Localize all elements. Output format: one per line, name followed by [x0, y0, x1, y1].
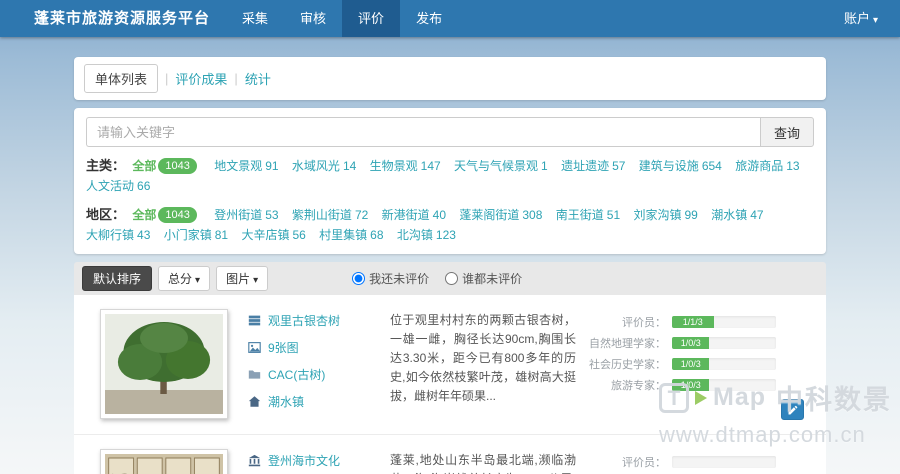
resource-list-item: 登州海市文化 3张图 HBB(文学艺术作品) 蓬莱阁街道 蓬莱	[74, 435, 826, 474]
rating-summary: 评价员： 1/1/3 自然地理学家： 1/0/3 社会历史学家： 1/0/3 旅…	[576, 309, 788, 420]
filter-link[interactable]: 南王街道51	[556, 208, 620, 222]
evaluate-button[interactable]	[781, 399, 804, 420]
search-button[interactable]: 查询	[760, 117, 814, 147]
caret-down-icon: ▾	[873, 15, 878, 26]
rating-role-label: 旅游专家：	[576, 377, 666, 393]
filter-link[interactable]: 旅游商品13	[735, 159, 799, 173]
category-filter-row: 主类： 全部1043 地文景观91 水域风光14 生物景观147 天气与气候景观…	[86, 156, 814, 196]
filter-link[interactable]: 地文景观91	[214, 159, 278, 173]
bank-icon	[246, 454, 262, 467]
tab-single-list[interactable]: 单体列表	[84, 64, 158, 93]
resource-photo-painting[interactable]	[100, 449, 228, 474]
image-count-link[interactable]: 9张图	[268, 339, 299, 356]
rating-progress-fill: 1/0/3	[672, 337, 709, 349]
rating-progress-fill: 1/1/3	[672, 316, 714, 328]
filter-link[interactable]: 紫荆山街道72	[292, 208, 368, 222]
top-navbar: 蓬莱市旅游资源服务平台 采集 审核 评价 发布 账户▾	[0, 0, 900, 37]
score-sort-dropdown[interactable]: 总分▾	[158, 266, 210, 291]
tab-separator: |	[165, 71, 168, 86]
resource-details: 登州海市文化 3张图 HBB(文学艺术作品) 蓬莱阁街道	[246, 449, 386, 474]
filter-link[interactable]: 水域风光14	[292, 159, 356, 173]
search-filter-panel: 查询 主类： 全部1043 地文景观91 水域风光14 生物景观147 天气与气…	[74, 108, 826, 254]
category-all-link[interactable]: 全部	[132, 159, 156, 173]
filter-link[interactable]: 蓬莱阁街道308	[459, 208, 542, 222]
app-screen: 蓬莱市旅游资源服务平台 采集 审核 评价 发布 账户▾ 单体列表 | 评价成果 …	[0, 0, 900, 474]
rating-role-label: 评价员：	[576, 454, 666, 470]
radio-my-unevaluated[interactable]: 我还未评价	[352, 270, 429, 287]
filter-link[interactable]: 刘家沟镇99	[633, 208, 697, 222]
filter-link[interactable]: 潮水镇47	[711, 208, 763, 222]
region-filter-row: 地区： 全部1043 登州街道53 紫荆山街道72 新港街道40 蓬莱阁街道30…	[86, 205, 814, 245]
search-input[interactable]	[86, 117, 760, 147]
nav-item-collect[interactable]: 采集	[226, 0, 284, 37]
filter-link[interactable]: 生物景观147	[370, 159, 441, 173]
resource-list: 观里古银杏树 9张图 CAC(古树) 潮水镇 位于观里村村东的	[74, 295, 826, 474]
radio-input-my-unevaluated[interactable]	[352, 272, 365, 285]
rating-progress-bar: 1/0/3	[672, 358, 776, 370]
filter-link[interactable]: 天气与气候景观1	[454, 159, 548, 173]
rating-role-label: 社会历史学家：	[576, 356, 666, 372]
tab-evaluation-results[interactable]: 评价成果	[175, 69, 227, 88]
rating-progress-bar: 1/0/3	[672, 379, 776, 391]
radio-input-nobody-evaluated[interactable]	[445, 272, 458, 285]
nav-item-review[interactable]: 审核	[284, 0, 342, 37]
region-link[interactable]: 潮水镇	[268, 393, 304, 410]
filter-link[interactable]: 登州街道53	[214, 208, 278, 222]
resource-list-item: 观里古银杏树 9张图 CAC(古树) 潮水镇 位于观里村村东的	[74, 295, 826, 435]
caret-down-icon: ▾	[195, 275, 200, 286]
images-icon	[246, 341, 262, 354]
filter-link[interactable]: 大柳行镇43	[86, 228, 150, 242]
account-label: 账户	[844, 11, 870, 26]
tab-statistics[interactable]: 统计	[245, 69, 271, 88]
platform-title[interactable]: 蓬莱市旅游资源服务平台	[0, 0, 226, 37]
evaluation-filter-radios: 我还未评价 谁都未评价	[352, 270, 522, 287]
rating-progress-bar: 1/0/3	[672, 337, 776, 349]
filter-link[interactable]: 大辛店镇56	[241, 228, 305, 242]
resource-details: 观里古银杏树 9张图 CAC(古树) 潮水镇	[246, 309, 386, 420]
list-icon	[246, 314, 262, 327]
region-all-link[interactable]: 全部	[132, 208, 156, 222]
rating-role-label: 评价员：	[576, 314, 666, 330]
tab-separator: |	[234, 71, 237, 86]
pencil-icon	[787, 404, 799, 416]
nav-item-evaluate[interactable]: 评价	[342, 0, 400, 37]
caret-down-icon: ▾	[253, 275, 258, 286]
resource-description: 蓬莱,地处山东半岛最北端,濒临渤黄二海,海岸线总长度为59.26公里,依山傍水,…	[390, 449, 576, 474]
resource-name-link[interactable]: 观里古银杏树	[268, 312, 340, 329]
radio-nobody-evaluated[interactable]: 谁都未评价	[445, 270, 522, 287]
filter-link[interactable]: 建筑与设施654	[639, 159, 722, 173]
filter-link[interactable]: 北沟镇123	[397, 228, 456, 242]
rating-progress-bar: 1/1/3	[672, 316, 776, 328]
filter-link[interactable]: 村里集镇68	[319, 228, 383, 242]
category-filter-label: 主类：	[86, 158, 125, 173]
resource-photo-ginkgo[interactable]	[100, 309, 228, 419]
image-sort-dropdown[interactable]: 图片▾	[216, 266, 268, 291]
category-all-count-badge[interactable]: 1043	[158, 158, 196, 174]
sort-toolbar: 默认排序 总分▾ 图片▾ 我还未评价 谁都未评价	[74, 262, 826, 295]
resource-name-link[interactable]: 登州海市文化	[268, 452, 340, 469]
ancient-painting-image	[105, 454, 223, 474]
default-sort-button[interactable]: 默认排序	[82, 266, 152, 291]
resource-description: 位于观里村村东的两颗古银杏树，一雄一雌，胸径长达90cm,胸围长达3.30米，距…	[390, 309, 576, 420]
home-icon	[246, 395, 262, 408]
filter-link[interactable]: 小门家镇81	[164, 228, 228, 242]
region-filter-label: 地区：	[86, 207, 125, 222]
filter-link[interactable]: 遗址遗迹57	[561, 159, 625, 173]
filter-link[interactable]: 新港街道40	[382, 208, 446, 222]
rating-role-label: 自然地理学家：	[576, 335, 666, 351]
search-group: 查询	[86, 117, 814, 147]
account-menu[interactable]: 账户▾	[822, 0, 900, 37]
ginkgo-tree-image	[105, 314, 223, 414]
rating-progress-bar	[672, 456, 776, 468]
category-link[interactable]: CAC(古树)	[268, 366, 325, 383]
folder-icon	[246, 368, 262, 381]
region-all-count-badge[interactable]: 1043	[158, 207, 196, 223]
rating-progress-fill: 1/0/3	[672, 358, 709, 370]
nav-item-publish[interactable]: 发布	[400, 0, 458, 37]
rating-progress-fill: 1/0/3	[672, 379, 709, 391]
filter-link[interactable]: 人文活动66	[86, 179, 150, 193]
rating-summary: 评价员： 自然地理学家： 社会历史学家： 旅游专家： 1/1/3	[576, 449, 788, 474]
view-tabs-panel: 单体列表 | 评价成果 | 统计	[74, 57, 826, 100]
